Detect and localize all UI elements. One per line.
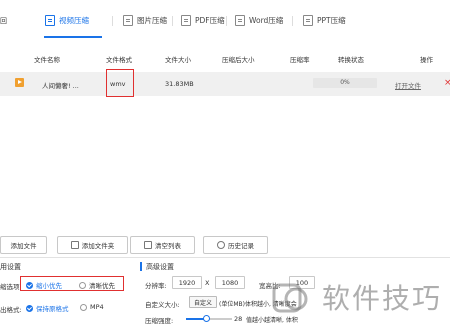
tab-video-compress[interactable]: 视频压缩 [45, 12, 89, 28]
add-file-label: 添加文件 [10, 242, 37, 250]
add-folder-label: 添加文件夹 [81, 242, 115, 250]
compress-option-highlight-box [20, 276, 124, 291]
watermark-text: 软件技巧 [322, 282, 443, 315]
add-folder-button[interactable]: 添加文件夹 [57, 236, 128, 254]
tab-ppt-compress[interactable]: PPT压缩 [303, 12, 346, 28]
ppt-file-icon [303, 14, 313, 26]
divider [0, 257, 450, 258]
pdf-file-icon [181, 14, 191, 26]
tab-divider [226, 16, 227, 26]
tab-image-compress[interactable]: 图片压缩 [123, 12, 167, 28]
watermark-logo-icon [272, 283, 308, 313]
radio-keep-format[interactable]: 保持原格式 [26, 303, 69, 313]
tab-label: 图片压缩 [137, 15, 167, 25]
folder-icon [70, 241, 79, 249]
radio-checked-icon [26, 304, 33, 312]
tab-divider [292, 16, 293, 26]
column-header-status: 转换状态 [338, 56, 364, 64]
column-header-name: 文件名称 [34, 56, 60, 64]
open-file-link[interactable]: 打开文件 [395, 80, 421, 90]
word-file-icon [235, 14, 245, 26]
video-play-icon [15, 78, 24, 87]
general-settings-title: 用设置 [0, 263, 21, 271]
radio-label: MP4 [90, 303, 104, 311]
tab-label: 视频压缩 [59, 15, 89, 25]
column-header-compressed-size: 压缩后大小 [222, 56, 255, 64]
column-header-format: 文件格式 [106, 56, 132, 64]
clear-list-label: 清空列表 [155, 242, 181, 250]
slider-handle[interactable] [203, 315, 211, 322]
trash-icon [144, 241, 152, 249]
compress-option-label: 缩选项: [0, 283, 22, 291]
resolution-width-input[interactable]: 1920 [172, 276, 202, 289]
history-button[interactable]: 历史记录 [203, 236, 268, 254]
column-header-ratio: 压缩率 [290, 56, 310, 64]
image-file-icon [123, 14, 133, 26]
custom-size-button[interactable]: 自定义 [189, 296, 217, 308]
clear-list-button[interactable]: 清空列表 [130, 236, 195, 254]
history-label: 历史记录 [228, 242, 254, 250]
tab-label: PPT压缩 [317, 15, 346, 25]
compression-strength-value: 28 [234, 315, 243, 323]
back-button[interactable]: 回 [0, 16, 7, 26]
radio-mp4[interactable]: MP4 [80, 303, 104, 311]
video-file-icon [45, 14, 55, 26]
tab-label: PDF压缩 [195, 15, 225, 25]
resolution-height-input[interactable]: 1080 [215, 276, 245, 289]
format-highlight-box [106, 69, 134, 97]
compression-strength-label: 压缩强度: [145, 317, 174, 325]
output-format-label: 出格式: [0, 306, 22, 314]
conversion-progress-text: 0% [340, 79, 350, 86]
column-header-size: 文件大小 [165, 56, 191, 64]
tab-divider [172, 16, 173, 26]
tab-label: Word压缩 [249, 15, 284, 25]
column-header-action: 操作 [420, 56, 433, 64]
custom-size-label: 自定义大小: [145, 301, 180, 309]
advanced-settings-title: 高级设置 [146, 263, 174, 271]
radio-unchecked-icon [80, 303, 87, 311]
add-file-button[interactable]: 添加文件 [0, 236, 47, 254]
tab-word-compress[interactable]: Word压缩 [235, 12, 283, 28]
resolution-label: 分辨率: [145, 282, 167, 290]
file-size: 31.83MB [165, 80, 194, 88]
tab-pdf-compress[interactable]: PDF压缩 [181, 12, 225, 28]
section-accent-bar [140, 262, 142, 271]
clock-icon [217, 241, 225, 249]
file-name: 人间懒奢! ... [42, 82, 79, 90]
delete-icon[interactable]: × [444, 78, 450, 88]
resolution-times: X [205, 279, 210, 287]
radio-label: 保持原格式 [36, 305, 69, 313]
tab-divider [112, 16, 113, 26]
